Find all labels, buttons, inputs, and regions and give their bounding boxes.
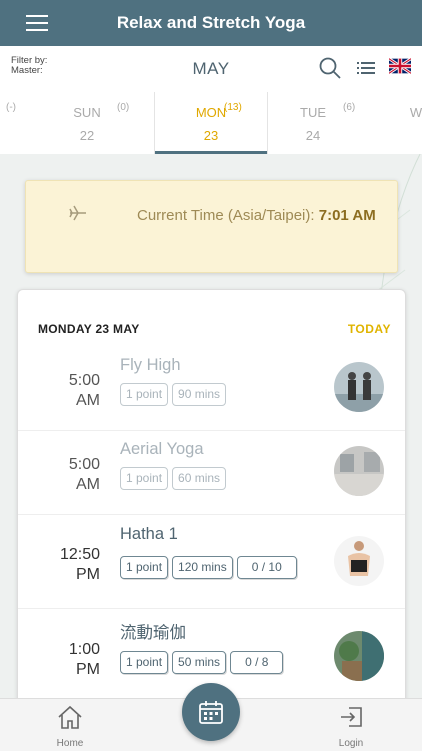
day-count: (-)	[6, 102, 16, 113]
class-time-period: AM	[76, 476, 100, 493]
calendar-button[interactable]	[182, 683, 240, 741]
filter-bar: Filter by: Master: MAY	[0, 46, 422, 93]
capacity-tag: 0 / 8	[230, 651, 284, 674]
nav-home[interactable]: Home	[42, 703, 98, 749]
instructor-avatar	[334, 446, 384, 496]
current-time-notice: Current Time (Asia/Taipei): 7:01 AM	[25, 180, 398, 273]
day-count: (0)	[117, 102, 130, 113]
duration-tag: 90 mins	[172, 383, 227, 406]
day-tab-previous[interactable]: (-)	[0, 92, 22, 154]
class-time-hour: 5:00	[68, 372, 100, 389]
day-tab-mon[interactable]: MON 23 (13)	[154, 92, 268, 154]
calendar-icon	[199, 701, 223, 724]
uk-flag-icon[interactable]	[389, 58, 411, 74]
points-tag: 1 point	[120, 383, 169, 406]
class-time-hour: 1:00	[68, 641, 100, 658]
duration-tag: 50 mins	[172, 651, 227, 674]
login-icon	[341, 707, 362, 727]
class-time-period: AM	[76, 392, 100, 409]
day-number: 22	[79, 128, 95, 143]
schedule-card: MONDAY 23 MAY TODAY 5:00 AM Fly High 1 p…	[17, 289, 406, 721]
nav-home-label: Home	[56, 738, 84, 749]
points-tag: 1 point	[120, 556, 169, 579]
day-count: (6)	[343, 102, 356, 113]
instructor-avatar	[334, 631, 384, 681]
day-tab-wed[interactable]: W	[360, 92, 422, 154]
duration-tag: 60 mins	[172, 467, 227, 490]
class-row[interactable]: 5:00 AM Aerial Yoga 1 point 60 mins	[18, 430, 405, 515]
day-name: MON	[195, 105, 227, 120]
list-icon[interactable]	[356, 60, 376, 76]
class-row[interactable]: 5:00 AM Fly High 1 point 90 mins	[18, 346, 405, 431]
nav-login[interactable]: Login	[323, 703, 379, 749]
day-strip: (-) SUN 22 (0) MON 23 (13) TUE 24 (6) W	[0, 92, 422, 154]
current-time-value: 7:01 AM	[318, 207, 376, 224]
class-time: 12:50 PM	[38, 545, 100, 585]
class-time-hour: 12:50	[59, 546, 100, 563]
day-name: W	[409, 105, 422, 120]
class-time-period: PM	[76, 661, 100, 678]
class-time: 5:00 AM	[38, 455, 100, 495]
day-number: 23	[203, 128, 219, 143]
day-tab-tue[interactable]: TUE 24 (6)	[257, 92, 369, 154]
home-icon	[58, 705, 82, 729]
instructor-avatar	[334, 362, 384, 412]
class-time-hour: 5:00	[68, 456, 100, 473]
current-time-label: Current Time (Asia/Taipei):	[137, 207, 319, 224]
class-name: Fly High	[120, 356, 181, 374]
airplane-icon	[69, 205, 86, 221]
schedule-date: MONDAY 23 MAY	[38, 322, 140, 336]
duration-tag: 120 mins	[172, 556, 233, 579]
class-time: 1:00 PM	[38, 640, 100, 680]
class-time-period: PM	[76, 566, 100, 583]
current-time-text: Current Time (Asia/Taipei): 7:01 AM	[137, 204, 377, 228]
day-count: (13)	[224, 102, 242, 113]
points-tag: 1 point	[120, 467, 169, 490]
instructor-avatar	[334, 536, 384, 586]
day-number: 24	[305, 128, 321, 143]
class-name: 流動瑜伽	[120, 624, 186, 642]
capacity-tag: 0 / 10	[236, 556, 297, 579]
app-header: Relax and Stretch Yoga	[0, 0, 422, 46]
search-icon[interactable]	[318, 56, 342, 80]
class-row[interactable]: 12:50 PM Hatha 1 1 point 120 mins 0 / 10	[18, 514, 405, 609]
today-label: TODAY	[347, 322, 391, 336]
hamburger-icon[interactable]	[26, 13, 50, 33]
day-tab-sun[interactable]: SUN 22 (0)	[31, 92, 143, 154]
points-tag: 1 point	[120, 651, 169, 674]
page-title: Relax and Stretch Yoga	[116, 13, 306, 32]
class-name: Hatha 1	[120, 525, 178, 543]
class-time: 5:00 AM	[38, 371, 100, 411]
class-name: Aerial Yoga	[120, 440, 204, 458]
nav-login-label: Login	[338, 738, 364, 749]
